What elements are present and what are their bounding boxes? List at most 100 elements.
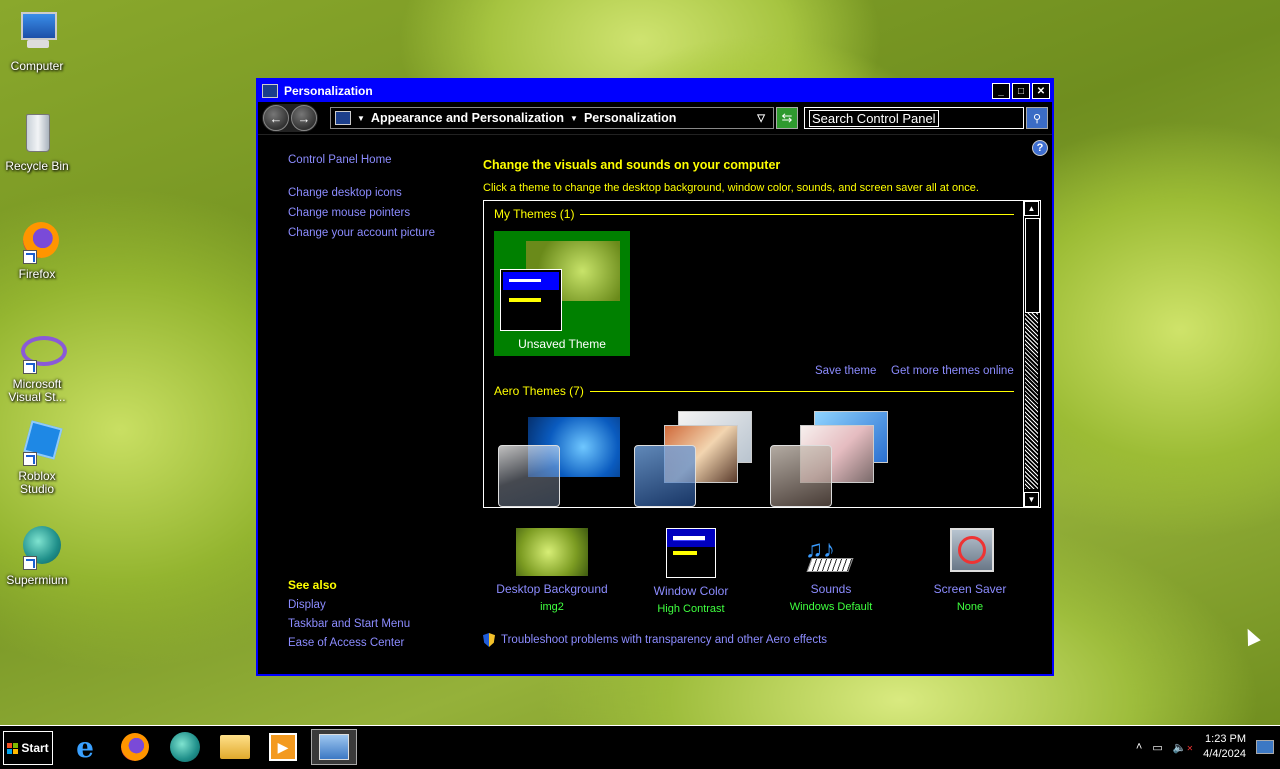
show-desktop-button[interactable] [1256, 740, 1274, 754]
address-bar[interactable]: ▼ Appearance and Personalization ▼ Perso… [330, 107, 774, 129]
recycle-bin-icon [13, 110, 61, 156]
taskbar-media-player[interactable]: ▶ [260, 729, 306, 765]
unsaved-theme-tile[interactable]: Unsaved Theme [494, 231, 630, 356]
breadcrumb-separator-icon[interactable]: ▼ [570, 114, 578, 123]
control-panel-icon [319, 734, 349, 760]
help-icon[interactable]: ? [1032, 140, 1048, 156]
my-themes-header: My Themes (1) [494, 207, 1014, 221]
show-hidden-icons-icon[interactable]: ˄ [1136, 741, 1142, 753]
desktop-icon-visual-studio[interactable]: Microsoft Visual St... [2, 328, 72, 404]
refresh-button[interactable]: ⇆ [776, 107, 798, 129]
media-player-icon: ▶ [269, 733, 297, 761]
option-name: Desktop Background [496, 582, 608, 596]
clock[interactable]: 1:23 PM 4/4/2024 [1203, 732, 1246, 762]
ease-of-access-link[interactable]: Ease of Access Center [288, 637, 410, 649]
shield-icon [483, 633, 495, 647]
desktop-icon-label: Supermium [6, 573, 68, 587]
page-description: Click a theme to change the desktop back… [483, 182, 979, 194]
search-placeholder: Search Control Panel [809, 109, 939, 127]
desktop-icon-roblox-studio[interactable]: Roblox Studio [2, 420, 72, 496]
personalization-window: Personalization _ □ ✕ ← → ▼ Appearance a… [256, 78, 1054, 676]
back-button[interactable]: ← [263, 105, 289, 131]
see-also: See also Display Taskbar and Start Menu … [288, 578, 410, 656]
option-value: Windows Default [789, 601, 873, 613]
taskbar-start-menu-link[interactable]: Taskbar and Start Menu [288, 618, 410, 630]
save-theme-link[interactable]: Save theme [815, 365, 876, 377]
taskbar-internet-explorer[interactable]: e [62, 729, 108, 765]
roblox-studio-icon [13, 420, 63, 466]
theme-scrollbar[interactable]: ▲ ▼ [1023, 201, 1040, 507]
control-panel-icon [335, 111, 351, 125]
maximize-button[interactable]: □ [1012, 83, 1030, 99]
theme-tile-label: Unsaved Theme [518, 337, 606, 351]
option-value: High Contrast [657, 603, 725, 615]
firefox-icon [121, 733, 149, 761]
firefox-icon [13, 218, 61, 264]
aero-theme-architecture[interactable] [634, 411, 758, 507]
internet-explorer-icon: e [76, 730, 94, 764]
control-panel-home-link[interactable]: Control Panel Home [288, 154, 435, 166]
computer-icon [13, 10, 61, 56]
breadcrumb-separator-icon[interactable]: ▼ [357, 114, 365, 123]
troubleshoot-label: Troubleshoot problems with transparency … [501, 634, 828, 646]
change-account-picture-link[interactable]: Change your account picture [288, 227, 435, 239]
minimize-button[interactable]: _ [992, 83, 1010, 99]
option-name: Window Color [653, 584, 729, 598]
desktop-icon-supermium[interactable]: Supermium [2, 524, 72, 587]
sounds-option[interactable]: ♫♪ Sounds Windows Default [761, 528, 901, 613]
main-content: Change the visuals and sounds on your co… [483, 158, 1043, 194]
search-button[interactable]: ⚲ [1026, 107, 1048, 129]
volume-muted-icon[interactable]: 🔈✕ [1173, 741, 1193, 754]
desktop-background-option[interactable]: Desktop Background img2 [482, 528, 622, 613]
search-icon: ⚲ [1032, 112, 1042, 125]
screen-saver-option[interactable]: Screen Saver None [900, 528, 1040, 613]
get-more-themes-link[interactable]: Get more themes online [891, 365, 1014, 377]
scroll-down-icon[interactable]: ▼ [1024, 492, 1039, 507]
desktop-icon-computer[interactable]: Computer [2, 10, 72, 73]
taskbar-firefox[interactable] [112, 729, 158, 765]
desktop-icon-recycle-bin[interactable]: Recycle Bin [2, 110, 72, 173]
aero-theme-windows[interactable] [498, 411, 622, 507]
left-pane: Control Panel Home Change desktop icons … [288, 154, 435, 239]
back-arrow-icon: ← [269, 110, 283, 126]
theme-list: My Themes (1) Unsaved Theme Save theme G… [483, 200, 1041, 508]
search-input[interactable]: Search Control Panel [804, 107, 1024, 129]
high-contrast-preview-icon [500, 269, 562, 331]
breadcrumb-personalization[interactable]: Personalization [584, 111, 676, 125]
close-button[interactable]: ✕ [1032, 83, 1050, 99]
option-name: Sounds [810, 582, 852, 596]
desktop-icon-label: Microsoft Visual St... [8, 377, 66, 404]
system-tray: ˄ ▭ 🔈✕ 1:23 PM 4/4/2024 [1136, 726, 1280, 768]
option-value: img2 [540, 601, 564, 613]
window-title: Personalization [284, 84, 373, 98]
breadcrumb-appearance[interactable]: Appearance and Personalization [371, 111, 564, 125]
desktop-icon-firefox[interactable]: Firefox [2, 218, 72, 281]
taskbar-supermium[interactable] [162, 729, 208, 765]
window-color-icon [666, 528, 716, 578]
display-link[interactable]: Display [288, 599, 410, 611]
desktop-icon-label: Computer [10, 59, 64, 73]
taskbar-control-panel[interactable] [311, 729, 357, 765]
scroll-up-icon[interactable]: ▲ [1024, 201, 1039, 216]
troubleshoot-link[interactable]: Troubleshoot problems with transparency … [483, 633, 827, 647]
change-desktop-icons-link[interactable]: Change desktop icons [288, 187, 435, 199]
windows-logo-icon [7, 742, 19, 754]
clock-time: 1:23 PM [1205, 733, 1246, 745]
start-button[interactable]: Start [3, 731, 53, 765]
aero-theme-nature[interactable] [770, 411, 894, 507]
glass-color-swatch [634, 445, 696, 507]
scroll-track[interactable] [1025, 313, 1038, 489]
forward-arrow-icon: → [297, 110, 311, 126]
taskbar-file-explorer[interactable] [212, 729, 258, 765]
visual-studio-icon [13, 328, 67, 374]
window-color-option[interactable]: Window Color High Contrast [621, 528, 761, 615]
forward-button[interactable]: → [291, 105, 317, 131]
address-dropdown-icon[interactable]: ▽ [757, 113, 765, 124]
option-value: None [956, 601, 984, 613]
network-icon[interactable]: ▭ [1152, 741, 1162, 754]
title-bar[interactable]: Personalization _ □ ✕ [258, 80, 1052, 102]
see-also-header: See also [288, 578, 337, 592]
supermium-icon [13, 524, 61, 570]
scroll-thumb[interactable] [1025, 218, 1040, 313]
change-mouse-pointers-link[interactable]: Change mouse pointers [288, 207, 435, 219]
